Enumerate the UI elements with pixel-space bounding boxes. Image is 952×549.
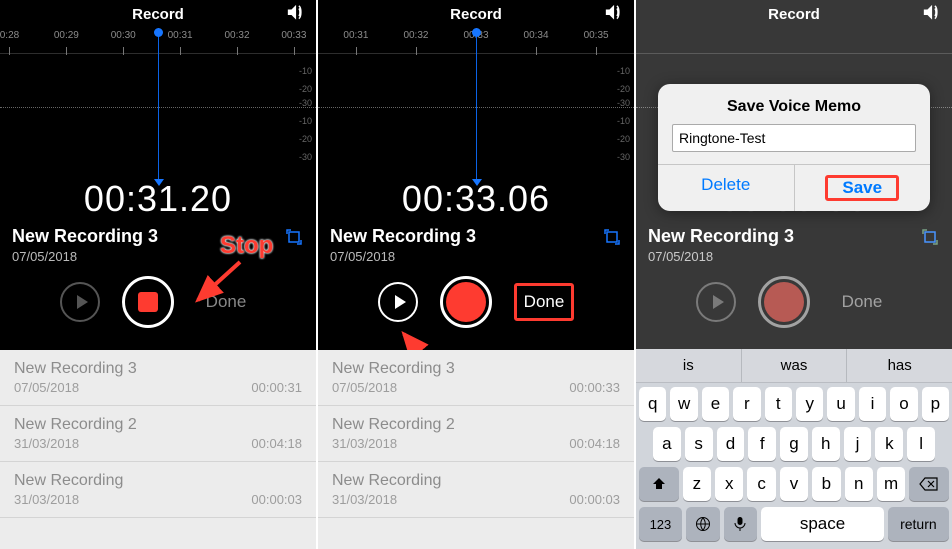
key-p[interactable]: p: [922, 387, 949, 421]
key-a[interactable]: a: [653, 427, 681, 461]
recording-date: 07/05/2018: [318, 249, 634, 272]
key-e[interactable]: e: [702, 387, 729, 421]
recording-name: New Recording 3: [330, 226, 476, 247]
screenshot-2: Record 00:31 00:32 00:33 00:34 00:35 -10…: [318, 0, 636, 549]
play-button[interactable]: [378, 282, 418, 322]
waveform[interactable]: -10 -20 -30 -10 -20 -30: [318, 54, 634, 174]
list-item[interactable]: New Recording 2 31/03/201800:04:18: [0, 406, 316, 462]
record-button[interactable]: [440, 276, 492, 328]
done-button[interactable]: Done: [514, 283, 574, 321]
delete-button[interactable]: Delete: [658, 165, 794, 211]
key-shift[interactable]: [639, 467, 679, 501]
key-c[interactable]: c: [747, 467, 775, 501]
header-title: Record: [0, 6, 316, 23]
key-123[interactable]: 123: [639, 507, 682, 541]
save-button[interactable]: Save: [794, 165, 931, 211]
key-globe[interactable]: [686, 507, 720, 541]
key-f[interactable]: f: [748, 427, 776, 461]
speaker-icon[interactable]: [604, 4, 626, 22]
speaker-icon[interactable]: [286, 4, 308, 22]
list-item[interactable]: New Recording 3 07/05/201800:00:33: [318, 350, 634, 406]
waveform[interactable]: -10 -20 -30 -10 -20 -30: [0, 54, 316, 174]
key-g[interactable]: g: [780, 427, 808, 461]
controls: Done: [0, 272, 316, 332]
recording-name: New Recording 3: [12, 226, 158, 247]
suggestion[interactable]: has: [846, 349, 952, 382]
play-button[interactable]: [60, 282, 100, 322]
key-o[interactable]: o: [890, 387, 917, 421]
done-button[interactable]: Done: [196, 292, 256, 312]
list-item[interactable]: New Recording 31/03/201800:00:03: [0, 462, 316, 518]
save-dialog: Save Voice Memo Delete Save: [658, 84, 930, 211]
key-j[interactable]: j: [844, 427, 872, 461]
recording-date: 07/05/2018: [0, 249, 316, 272]
playhead[interactable]: [476, 28, 477, 184]
dialog-title: Save Voice Memo: [658, 84, 930, 124]
key-u[interactable]: u: [827, 387, 854, 421]
list-item[interactable]: New Recording 3 07/05/201800:00:31: [0, 350, 316, 406]
screenshot-1: Record 0:28 00:29 00:30 00:31 00:32 00:3…: [0, 0, 318, 549]
key-l[interactable]: l: [907, 427, 935, 461]
memo-name-input[interactable]: [672, 124, 916, 152]
key-r[interactable]: r: [733, 387, 760, 421]
suggestion[interactable]: is: [636, 349, 741, 382]
key-z[interactable]: z: [683, 467, 711, 501]
key-m[interactable]: m: [877, 467, 905, 501]
stop-button[interactable]: [122, 276, 174, 328]
key-q[interactable]: q: [639, 387, 666, 421]
suggestion[interactable]: was: [741, 349, 847, 382]
recordings-list[interactable]: New Recording 3 07/05/201800:00:33 New R…: [318, 350, 634, 549]
header-title: Record: [318, 6, 634, 23]
key-t[interactable]: t: [765, 387, 792, 421]
key-i[interactable]: i: [859, 387, 886, 421]
recordings-list[interactable]: New Recording 3 07/05/201800:00:31 New R…: [0, 350, 316, 549]
key-backspace[interactable]: [909, 467, 949, 501]
key-h[interactable]: h: [812, 427, 840, 461]
key-mic[interactable]: [724, 507, 758, 541]
key-y[interactable]: y: [796, 387, 823, 421]
key-d[interactable]: d: [717, 427, 745, 461]
keyboard[interactable]: is was has q w e r t y u i o p a s d f: [636, 349, 952, 549]
trim-icon[interactable]: [284, 227, 304, 247]
key-k[interactable]: k: [875, 427, 903, 461]
key-b[interactable]: b: [812, 467, 840, 501]
key-v[interactable]: v: [780, 467, 808, 501]
key-s[interactable]: s: [685, 427, 713, 461]
key-w[interactable]: w: [670, 387, 697, 421]
key-space[interactable]: space: [761, 507, 884, 541]
key-return[interactable]: return: [888, 507, 949, 541]
suggestion-bar[interactable]: is was has: [636, 349, 952, 383]
screenshot-3: Record 00:33.06 New Recording 3 07/05/20…: [636, 0, 952, 549]
trim-icon[interactable]: [602, 227, 622, 247]
list-item[interactable]: New Recording 31/03/201800:00:03: [318, 462, 634, 518]
header: Record: [318, 0, 634, 28]
key-x[interactable]: x: [715, 467, 743, 501]
list-item[interactable]: New Recording 2 31/03/201800:04:18: [318, 406, 634, 462]
header: Record: [0, 0, 316, 28]
key-n[interactable]: n: [845, 467, 873, 501]
playhead[interactable]: [158, 28, 159, 184]
controls: Done: [318, 272, 634, 332]
